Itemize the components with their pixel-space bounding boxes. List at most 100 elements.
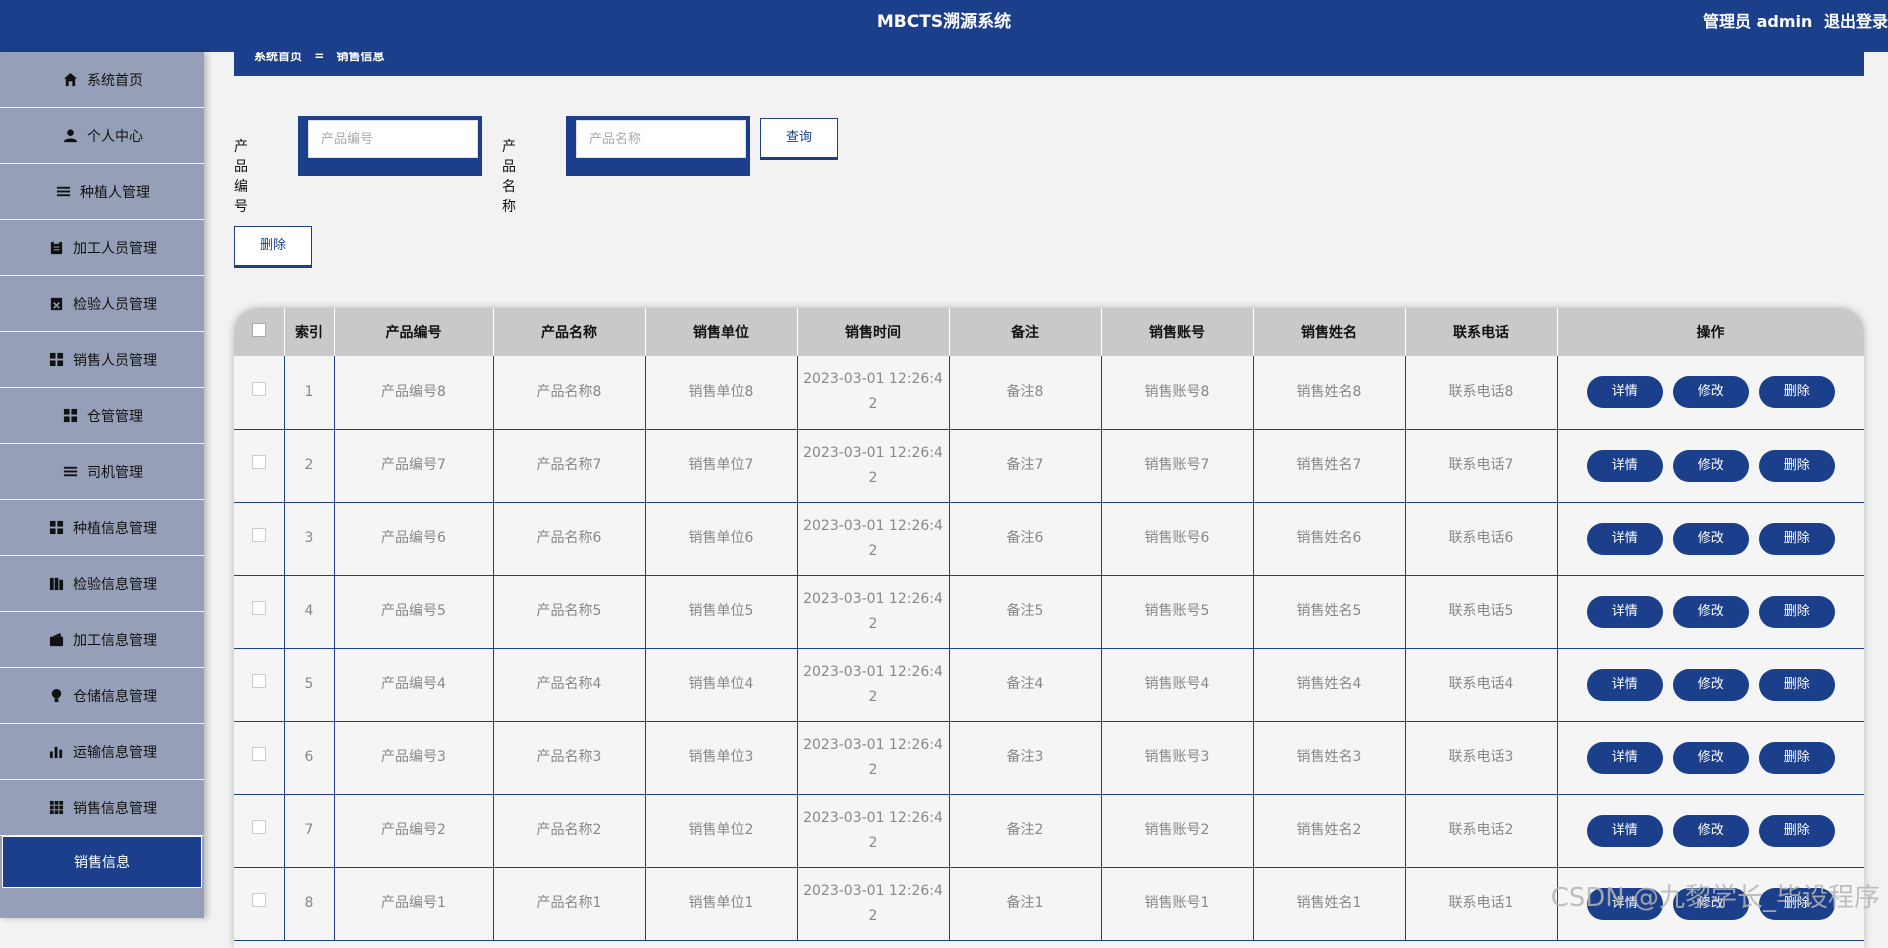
row-checkbox[interactable] xyxy=(252,601,266,615)
sidebar-item[interactable]: 仓管管理 xyxy=(0,388,204,444)
cell-phone: 联系电话6 xyxy=(1405,502,1557,575)
row-checkbox[interactable] xyxy=(252,455,266,469)
sidebar-item-label: 销售信息管理 xyxy=(73,798,157,818)
logout-link[interactable]: 退出登录 xyxy=(1824,12,1888,31)
bulb-icon xyxy=(47,687,65,705)
cell-phone: 联系电话4 xyxy=(1405,648,1557,721)
cell-time-line1: 2023-03-01 12:26:4 xyxy=(803,810,943,826)
sidebar-item-label: 司机管理 xyxy=(87,462,143,482)
sidebar-item[interactable]: 司机管理 xyxy=(0,444,204,500)
delete-button[interactable]: 删除 xyxy=(1759,523,1835,555)
detail-button[interactable]: 详情 xyxy=(1587,376,1663,408)
sidebar-item[interactable]: 检验信息管理 xyxy=(0,556,204,612)
row-checkbox-cell xyxy=(234,648,284,721)
user-area: 管理员 admin 退出登录 xyxy=(1697,0,1888,44)
delete-button[interactable]: 删除 xyxy=(1759,450,1835,482)
cell-code: 产品编号2 xyxy=(334,794,493,867)
sidebar-item[interactable]: 销售人员管理 xyxy=(0,332,204,388)
cell-unit: 销售单位6 xyxy=(645,502,797,575)
sidebar-item-label: 仓管管理 xyxy=(87,406,143,426)
delete-button[interactable]: 删除 xyxy=(1759,742,1835,774)
cell-unit: 销售单位8 xyxy=(645,356,797,429)
edit-button[interactable]: 修改 xyxy=(1673,815,1749,847)
actions-cell: 详情修改删除 xyxy=(1557,356,1864,429)
delete-button[interactable]: 删除 xyxy=(1759,376,1835,408)
column-header: 操作 xyxy=(1557,308,1864,356)
row-checkbox-cell xyxy=(234,502,284,575)
actions-cell: 详情修改删除 xyxy=(1557,648,1864,721)
row-checkbox[interactable] xyxy=(252,674,266,688)
column-header: 销售时间 xyxy=(797,308,949,356)
breadcrumb-home[interactable]: 系统首页 xyxy=(254,52,302,63)
sidebar-item[interactable]: 销售信息管理 xyxy=(0,780,204,836)
delete-button[interactable]: 删除 xyxy=(1759,669,1835,701)
cell-time-line2: 2 xyxy=(869,616,878,632)
delete-button[interactable]: 删除 xyxy=(1759,888,1835,920)
delete-selected-button[interactable]: 删除 xyxy=(234,226,312,266)
edit-button[interactable]: 修改 xyxy=(1673,596,1749,628)
sidebar-item[interactable]: 系统首页 xyxy=(0,52,204,108)
detail-button[interactable]: 详情 xyxy=(1587,450,1663,482)
edit-button[interactable]: 修改 xyxy=(1673,450,1749,482)
detail-button[interactable]: 详情 xyxy=(1587,888,1663,920)
cell-time-line1: 2023-03-01 12:26:4 xyxy=(803,737,943,753)
sidebar-item[interactable]: 种植人管理 xyxy=(0,164,204,220)
row-checkbox[interactable] xyxy=(252,893,266,907)
sidebar-item[interactable]: 仓储信息管理 xyxy=(0,668,204,724)
delete-button[interactable]: 删除 xyxy=(1759,596,1835,628)
detail-button[interactable]: 详情 xyxy=(1587,523,1663,555)
cell-time: 2023-03-01 12:26:42 xyxy=(797,648,949,721)
sidebar-item[interactable]: 加工信息管理 xyxy=(0,612,204,668)
row-checkbox-cell xyxy=(234,575,284,648)
top-header: MBCTS溯源系统 管理员 admin 退出登录 xyxy=(0,0,1888,52)
cell-name: 产品名称4 xyxy=(493,648,645,721)
cell-name: 产品名称8 xyxy=(493,356,645,429)
row-checkbox[interactable] xyxy=(252,528,266,542)
row-checkbox-cell xyxy=(234,721,284,794)
sidebar-item-active[interactable]: 销售信息 xyxy=(2,836,202,888)
edit-button[interactable]: 修改 xyxy=(1673,376,1749,408)
cell-time: 2023-03-01 12:26:42 xyxy=(797,575,949,648)
table-row: 5产品编号4产品名称4销售单位42023-03-01 12:26:42备注4销售… xyxy=(234,648,1864,721)
cell-index: 7 xyxy=(284,794,334,867)
cell-unit: 销售单位7 xyxy=(645,429,797,502)
edit-button[interactable]: 修改 xyxy=(1673,888,1749,920)
cell-seller: 销售姓名2 xyxy=(1253,794,1405,867)
delete-button[interactable]: 删除 xyxy=(1759,815,1835,847)
cell-note: 备注1 xyxy=(949,867,1101,940)
breadcrumb-separator: = xyxy=(314,52,324,63)
row-checkbox-cell xyxy=(234,867,284,940)
cell-time-line2: 2 xyxy=(869,762,878,778)
table-row: 4产品编号5产品名称5销售单位52023-03-01 12:26:42备注5销售… xyxy=(234,575,1864,648)
clipboard-icon xyxy=(47,239,65,257)
detail-button[interactable]: 详情 xyxy=(1587,815,1663,847)
cell-code: 产品编号8 xyxy=(334,356,493,429)
select-all-header xyxy=(234,308,284,356)
sidebar-item[interactable]: 运输信息管理 xyxy=(0,724,204,780)
cell-code: 产品编号5 xyxy=(334,575,493,648)
table-row: 8产品编号1产品名称1销售单位12023-03-01 12:26:42备注1销售… xyxy=(234,867,1864,940)
cell-unit: 销售单位4 xyxy=(645,648,797,721)
sidebar-item[interactable]: 加工人员管理 xyxy=(0,220,204,276)
query-button[interactable]: 查询 xyxy=(760,118,838,158)
detail-button[interactable]: 详情 xyxy=(1587,669,1663,701)
row-checkbox[interactable] xyxy=(252,820,266,834)
detail-button[interactable]: 详情 xyxy=(1587,596,1663,628)
edit-button[interactable]: 修改 xyxy=(1673,742,1749,774)
detail-button[interactable]: 详情 xyxy=(1587,742,1663,774)
select-all-checkbox[interactable] xyxy=(252,323,266,337)
cell-time-line1: 2023-03-01 12:26:4 xyxy=(803,445,943,461)
sidebar-item[interactable]: 个人中心 xyxy=(0,108,204,164)
cell-unit: 销售单位2 xyxy=(645,794,797,867)
cell-index: 5 xyxy=(284,648,334,721)
row-checkbox[interactable] xyxy=(252,747,266,761)
cell-time-line2: 2 xyxy=(869,835,878,851)
sidebar-item[interactable]: 种植信息管理 xyxy=(0,500,204,556)
cell-unit: 销售单位3 xyxy=(645,721,797,794)
edit-button[interactable]: 修改 xyxy=(1673,669,1749,701)
product-name-input[interactable] xyxy=(576,120,746,158)
sidebar-item[interactable]: 检验人员管理 xyxy=(0,276,204,332)
product-code-input[interactable] xyxy=(308,120,478,158)
row-checkbox[interactable] xyxy=(252,382,266,396)
edit-button[interactable]: 修改 xyxy=(1673,523,1749,555)
